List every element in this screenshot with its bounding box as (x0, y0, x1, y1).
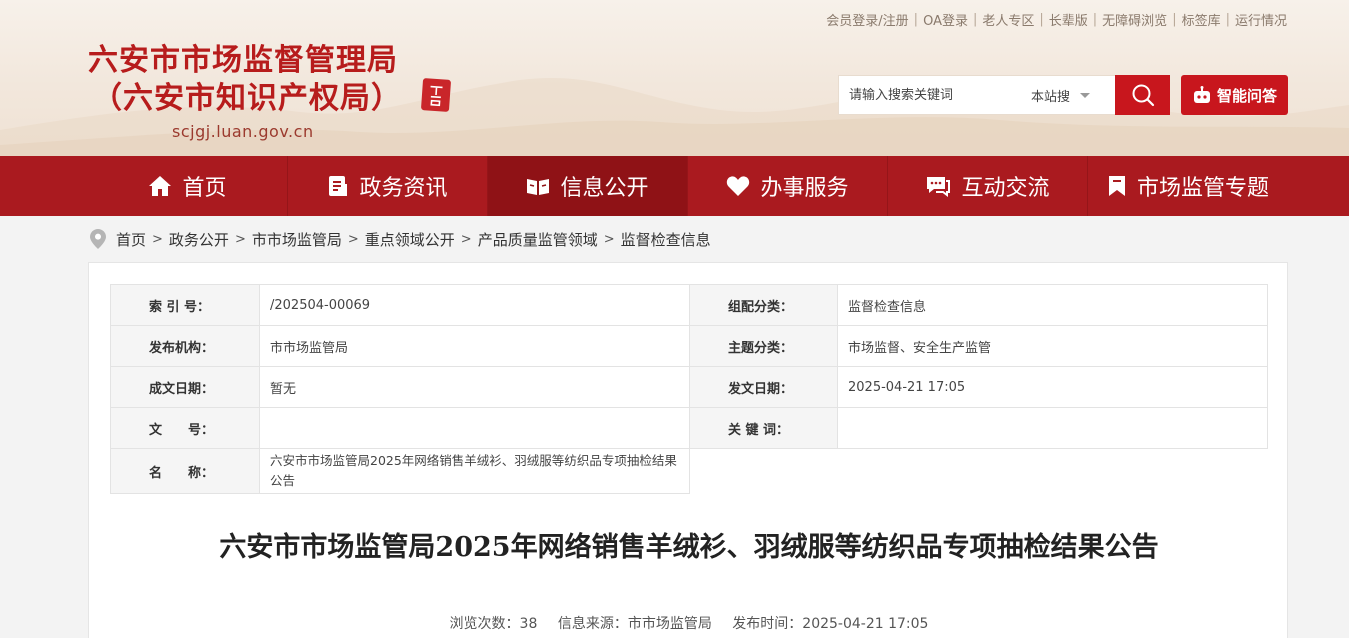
keywords-label: 关 键 词： (689, 407, 838, 449)
document-meta-table: 索 引 号： /202504-00069 组配分类： 监督检查信息 发布机构： … (110, 284, 1268, 494)
topic-value: 市场监督、安全生产监管 (837, 325, 1268, 367)
breadcrumb-inspection-info[interactable]: 监督检查信息 (621, 229, 711, 250)
nav-label: 信息公开 (560, 176, 649, 201)
breadcrumb-key-areas[interactable]: 重点领域公开 (365, 229, 455, 250)
senior-version-link[interactable]: 长辈版 (1049, 10, 1088, 29)
created-date-value: 暂无 (259, 366, 690, 408)
elderly-zone-link[interactable]: 老人专区 (982, 10, 1034, 29)
nav-label: 政务资讯 (359, 176, 448, 201)
publish-time: 发布时间：2025-04-21 17:05 (732, 616, 929, 632)
operation-status-link[interactable]: 运行情况 (1235, 10, 1287, 29)
org-label: 发布机构： (110, 325, 260, 367)
doc-number-label: 文 号： (110, 407, 260, 449)
nav-label: 市场监管专题 (1136, 176, 1269, 201)
ai-qa-button[interactable]: 智能问答 (1181, 75, 1288, 115)
table-row: 成文日期： 暂无 发文日期： 2025-04-21 17:05 (110, 366, 1268, 408)
site-logo[interactable]: 六安市市场监督管理局 （六安市知识产权局） scjgj.luan.gov.cn (88, 42, 458, 141)
login-register-link[interactable]: 会员登录/注册 (826, 10, 908, 29)
view-count: 浏览次数：38 (449, 616, 538, 632)
nav-item-info-open[interactable]: 信息公开 (488, 156, 688, 216)
index-label: 索 引 号： (110, 284, 260, 326)
tag-library-link[interactable]: 标签库 (1182, 10, 1221, 29)
nav-item-market-topics[interactable]: 市场监管专题 (1088, 156, 1288, 216)
search-scope-label: 本站搜 (1031, 89, 1071, 105)
info-source: 信息来源：市市场监管局 (557, 616, 712, 632)
table-row: 名 称： 六安市市场监管局2025年网络销售羊绒衫、羽绒服等纺织品专项抽检结果公… (110, 448, 1268, 494)
search-scope-select[interactable]: 本站搜 (1031, 86, 1091, 105)
published-date-value: 2025-04-21 17:05 (837, 366, 1268, 408)
news-icon (329, 176, 348, 196)
logo-line-2: （六安市知识产权局） (92, 81, 402, 116)
doc-name-value: 六安市市场监管局2025年网络销售羊绒衫、羽绒服等纺织品专项抽检结果公告 (259, 448, 690, 494)
site-header: 会员登录/注册 | OA登录 | 老人专区 | 长辈版 | 无障碍浏览 | 标签库 | 运行… (0, 0, 1349, 156)
nav-item-interaction[interactable]: 互动交流 (888, 156, 1088, 216)
location-pin-icon (90, 229, 106, 249)
article-title: 六安市市场监管局2025年网络销售羊绒衫、羽绒服等纺织品专项抽检结果公告 (219, 532, 1159, 563)
table-row: 文 号： 关 键 词： (110, 407, 1268, 449)
article-container: 索 引 号： /202504-00069 组配分类： 监督检查信息 发布机构： … (88, 262, 1288, 638)
category-value: 监督检查信息 (837, 284, 1268, 326)
breadcrumb: 首页 > 政务公开 > 市市场监管局 > 重点领域公开 > 产品质量监管领域 > 监督检查… (90, 228, 711, 250)
published-date-label: 发文日期： (689, 366, 838, 408)
breadcrumb-bureau[interactable]: 市市场监管局 (252, 229, 342, 250)
org-value: 市市场监管局 (259, 325, 690, 367)
nav-item-home[interactable]: 首页 (88, 156, 288, 216)
oa-login-link[interactable]: OA登录 (923, 10, 968, 29)
logo-domain: scjgj.luan.gov.cn (172, 122, 314, 141)
chevron-down-icon (1080, 92, 1091, 98)
nav-item-news[interactable]: 政务资讯 (288, 156, 488, 216)
empty-cell (689, 448, 1268, 494)
home-icon (149, 176, 172, 196)
index-value: /202504-00069 (259, 284, 690, 326)
robot-icon (1193, 86, 1210, 103)
category-label: 组配分类： (689, 284, 838, 326)
chat-icon (927, 177, 951, 197)
heart-icon (727, 176, 750, 196)
keywords-value (837, 407, 1268, 449)
search-icon (1132, 84, 1154, 107)
breadcrumb-home[interactable]: 首页 (116, 229, 146, 250)
table-row: 发布机构： 市市场监管局 主题分类： 市场监督、安全生产监管 (110, 325, 1268, 367)
seal-stamp-icon (420, 78, 452, 112)
ai-qa-label: 智能问答 (1216, 86, 1277, 105)
top-links: 会员登录/注册 | OA登录 | 老人专区 | 长辈版 | 无障碍浏览 | 标签库 | 运行… (826, 10, 1287, 29)
breadcrumb-product-quality[interactable]: 产品质量监管领域 (478, 229, 598, 250)
table-row: 索 引 号： /202504-00069 组配分类： 监督检查信息 (110, 284, 1268, 326)
doc-name-label: 名 称： (110, 448, 260, 494)
search-input[interactable] (839, 76, 1019, 114)
search-button[interactable] (1115, 75, 1170, 115)
doc-number-value (259, 407, 690, 449)
info-open-icon (527, 179, 550, 195)
article-info: 浏览次数：38 信息来源：市市场监管局 发布时间：2025-04-21 17:0… (89, 613, 1289, 633)
logo-line-1: 六安市市场监督管理局 (88, 43, 398, 78)
nav-label: 首页 (182, 176, 227, 201)
nav-label: 办事服务 (760, 176, 849, 201)
nav-label: 互动交流 (961, 176, 1050, 201)
created-date-label: 成文日期： (110, 366, 260, 408)
bookmark-icon (1108, 176, 1125, 196)
breadcrumb-gov-affairs[interactable]: 政务公开 (169, 229, 229, 250)
topic-label: 主题分类： (689, 325, 838, 367)
main-nav: 首页 政务资讯 信息公开 办事服务 互动交流 市场监管专题 (0, 156, 1349, 216)
search-box: 本站搜 (838, 75, 1116, 115)
nav-item-services[interactable]: 办事服务 (688, 156, 888, 216)
accessibility-link[interactable]: 无障碍浏览 (1102, 10, 1167, 29)
